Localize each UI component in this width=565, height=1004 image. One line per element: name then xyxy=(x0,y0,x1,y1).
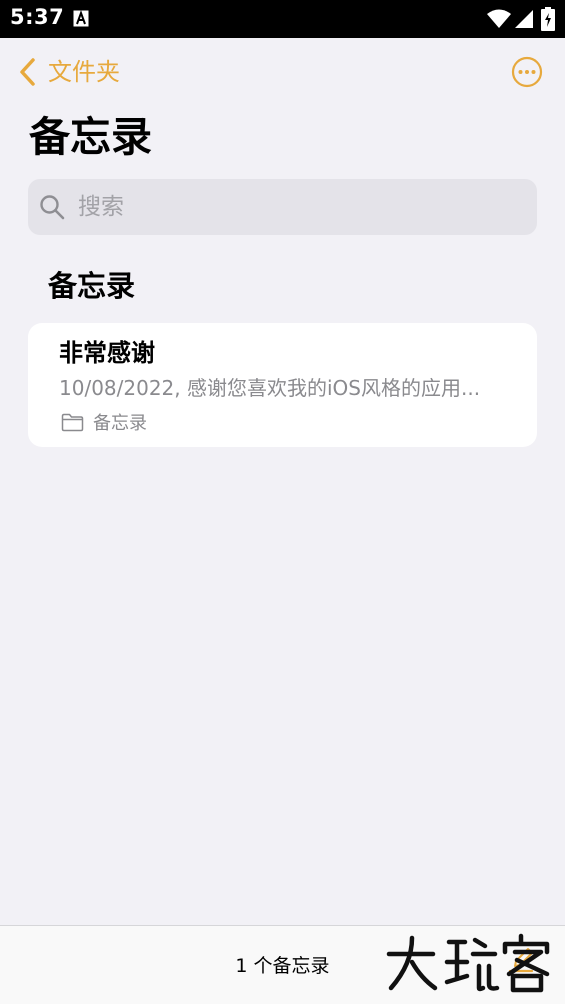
a-notification-icon xyxy=(73,10,89,27)
chevron-left-icon xyxy=(20,58,35,86)
back-button[interactable]: 文件夹 xyxy=(18,55,120,89)
status-time: 5:37 xyxy=(10,5,65,29)
watermark-logo xyxy=(386,933,550,993)
note-list-item[interactable]: 非常感谢 10/08/2022, 感谢您喜欢我的iOS风格的应用... 备忘录 xyxy=(28,323,537,447)
ellipsis-circle-icon[interactable] xyxy=(511,56,543,88)
back-button-label: 文件夹 xyxy=(48,58,120,86)
note-folder-row: 备忘录 xyxy=(61,409,147,435)
page-title: 备忘录 xyxy=(29,113,152,161)
search-bar[interactable] xyxy=(28,179,537,235)
battery-icon xyxy=(541,7,555,31)
signal-icon xyxy=(515,10,533,28)
search-icon xyxy=(40,195,65,220)
search-input[interactable] xyxy=(78,194,498,220)
folder-icon xyxy=(61,413,84,431)
wifi-icon xyxy=(487,9,511,28)
status-bar: 5:37 xyxy=(0,0,565,38)
section-header: 备忘录 xyxy=(48,269,136,303)
note-folder-label: 备忘录 xyxy=(93,413,147,434)
note-preview: 10/08/2022, 感谢您喜欢我的iOS风格的应用... xyxy=(59,376,481,400)
note-title: 非常感谢 xyxy=(59,339,155,367)
